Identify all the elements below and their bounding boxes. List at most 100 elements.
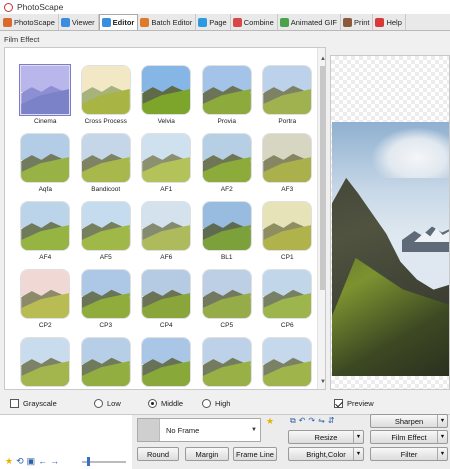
chevron-down-icon[interactable]: ▼: [251, 427, 257, 433]
film-effect-item[interactable]: Provia: [197, 65, 258, 129]
film-effect-thumbnail[interactable]: [201, 65, 252, 115]
film-effect-item[interactable]: CP1: [257, 201, 318, 265]
film-effect-thumbnail[interactable]: [20, 269, 71, 319]
strength-high-option[interactable]: High: [202, 399, 230, 408]
bright-color-dropdown-icon[interactable]: ▼: [353, 448, 363, 460]
film-effect-thumbnail[interactable]: [201, 133, 252, 183]
tab-combine[interactable]: Combine: [231, 14, 278, 30]
film-effect-thumbnail[interactable]: [20, 201, 71, 251]
film-effect-thumbnail[interactable]: [141, 269, 192, 319]
film-effect-thumbnail[interactable]: [20, 133, 71, 183]
grayscale-checkbox[interactable]: [10, 399, 19, 408]
film-effect-item[interactable]: AF3: [257, 133, 318, 197]
tab-print[interactable]: Print: [341, 14, 374, 30]
tab-editor[interactable]: Editor: [98, 14, 139, 30]
film-effect-thumbnail[interactable]: [262, 269, 313, 319]
film-effect-thumbnail[interactable]: [141, 201, 192, 251]
film-effect-item[interactable]: Cinema: [15, 64, 76, 129]
film-effect-thumbnail[interactable]: [19, 64, 72, 116]
film-effect-thumbnail[interactable]: [80, 65, 131, 115]
tab-batch-editor[interactable]: Batch Editor: [138, 14, 197, 30]
strength-high-radio[interactable]: [202, 399, 211, 408]
film-effect-thumbnail[interactable]: [141, 337, 192, 387]
scroll-up-arrow-icon[interactable]: ▲: [318, 54, 325, 64]
film-effect-item[interactable]: [257, 337, 318, 389]
film-effect-thumbnail[interactable]: [141, 65, 192, 115]
film-effect-item[interactable]: [136, 337, 197, 389]
round-button[interactable]: Round: [137, 447, 179, 461]
preview-checkbox[interactable]: [334, 399, 343, 408]
sharpen-button[interactable]: Sharpen ▼: [370, 414, 448, 428]
film-effect-item[interactable]: Portra: [257, 65, 318, 129]
margin-button[interactable]: Margin: [185, 447, 229, 461]
tab-photoscape[interactable]: PhotoScape: [1, 14, 59, 30]
film-effect-item[interactable]: Bandicoot: [76, 133, 137, 197]
film-effect-thumbnail[interactable]: [141, 133, 192, 183]
resize-button[interactable]: Resize ▼: [288, 430, 364, 444]
tab-animated-gif[interactable]: Animated GIF: [278, 14, 342, 30]
preview-option[interactable]: Preview: [334, 399, 374, 408]
film-effect-dropdown-icon[interactable]: ▼: [437, 431, 447, 443]
film-effect-thumbnail[interactable]: [20, 337, 71, 387]
vertical-scrollbar[interactable]: ▲ ▼: [317, 48, 325, 389]
film-effect-item[interactable]: AF6: [136, 201, 197, 265]
back-arrow-icon[interactable]: ←: [38, 456, 47, 467]
film-effect-item[interactable]: CP6: [257, 269, 318, 333]
film-effect-thumbnail[interactable]: [80, 337, 131, 387]
film-effect-item[interactable]: CP3: [76, 269, 137, 333]
scroll-down-arrow-icon[interactable]: ▼: [318, 377, 325, 387]
strength-low-option[interactable]: Low: [94, 399, 121, 408]
tab-viewer[interactable]: Viewer: [59, 14, 99, 30]
film-effect-item[interactable]: CP4: [136, 269, 197, 333]
tab-help[interactable]: Help: [373, 14, 406, 30]
film-effect-item[interactable]: CP5: [197, 269, 258, 333]
filter-button[interactable]: Filter ▼: [370, 447, 448, 461]
resize-dropdown-icon[interactable]: ▼: [353, 431, 363, 443]
film-effect-thumbnail[interactable]: [262, 337, 313, 387]
thumbnail-zoom-knob[interactable]: [87, 457, 90, 466]
filter-dropdown-icon[interactable]: ▼: [437, 448, 447, 460]
film-effect-item[interactable]: AF1: [136, 133, 197, 197]
film-effect-item[interactable]: Velvia: [136, 65, 197, 129]
film-effect-thumbnail[interactable]: [262, 65, 313, 115]
frame-line-button[interactable]: Frame Line: [233, 447, 277, 461]
forward-arrow-icon[interactable]: →: [50, 456, 59, 467]
film-effect-item[interactable]: AF5: [76, 201, 137, 265]
film-effect-thumbnail[interactable]: [80, 133, 131, 183]
sharpen-dropdown-icon[interactable]: ▼: [437, 415, 447, 427]
film-effect-thumbnail[interactable]: [201, 269, 252, 319]
film-effect-item[interactable]: [76, 337, 137, 389]
bright-color-button[interactable]: Bright,Color ▼: [288, 447, 364, 461]
rotate-left-icon[interactable]: ↶: [299, 416, 306, 426]
crop-icon[interactable]: ⧉: [290, 416, 296, 426]
film-effect-thumbnail[interactable]: [262, 133, 313, 183]
star-icon[interactable]: ★: [266, 416, 274, 427]
film-effect-item[interactable]: [15, 337, 76, 389]
film-effect-thumbnail[interactable]: [201, 337, 252, 387]
rotate-left-icon[interactable]: ⟲: [16, 456, 24, 467]
film-effect-item[interactable]: Cross Process: [76, 65, 137, 129]
film-effect-item[interactable]: [197, 337, 258, 389]
mirror-icon[interactable]: ⇵: [328, 416, 335, 426]
film-effect-thumbnail[interactable]: [201, 201, 252, 251]
flip-icon[interactable]: ⇋: [318, 416, 325, 426]
scrollbar-thumb[interactable]: [320, 66, 325, 290]
film-effect-item[interactable]: AF2: [197, 133, 258, 197]
strength-middle-radio[interactable]: [148, 399, 157, 408]
grayscale-option[interactable]: Grayscale: [10, 399, 57, 408]
film-effect-thumbnail[interactable]: [80, 269, 131, 319]
film-effect-thumbnail[interactable]: [262, 201, 313, 251]
favorite-star-icon[interactable]: ★: [5, 456, 13, 467]
folder-icon[interactable]: ▣: [27, 456, 36, 467]
strength-low-radio[interactable]: [94, 399, 103, 408]
film-effect-thumbnail[interactable]: [80, 201, 131, 251]
strength-middle-option[interactable]: Middle: [148, 399, 183, 408]
film-effect-item[interactable]: Aqfa: [15, 133, 76, 197]
tab-page[interactable]: Page: [196, 14, 231, 30]
frame-selector[interactable]: No Frame ▼: [137, 418, 261, 442]
film-effect-button[interactable]: Film Effect ▼: [370, 430, 448, 444]
film-effect-item[interactable]: CP2: [15, 269, 76, 333]
rotate-right-icon[interactable]: ↷: [308, 416, 315, 426]
film-effect-item[interactable]: BL1: [197, 201, 258, 265]
film-effect-item[interactable]: AF4: [15, 201, 76, 265]
